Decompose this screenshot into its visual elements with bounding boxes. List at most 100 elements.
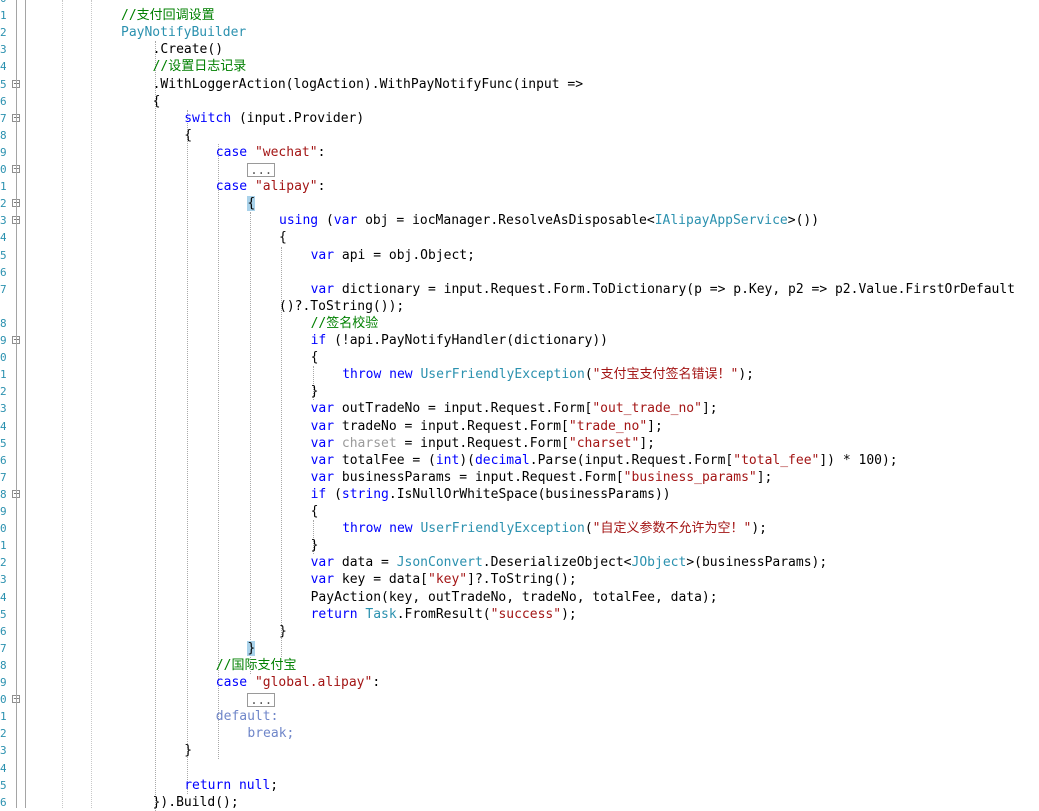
code-line: }).Build(); (153, 794, 239, 811)
code-line: { (311, 503, 319, 520)
line-number: 2 (0, 26, 6, 40)
code-token: : (317, 144, 326, 160)
line-number: 3 (0, 43, 6, 57)
line-number: 0 (0, 693, 6, 707)
code-token: .Create() (152, 42, 224, 58)
line-number: 9 (0, 676, 6, 689)
line-number: 2 (0, 197, 6, 211)
code-line: break; (247, 725, 294, 742)
code-token: //设置日志记录 (152, 59, 247, 75)
code-token: data = (334, 555, 397, 571)
code-line: var totalFee = (int)(decimal.Parse(input… (311, 452, 898, 469)
code-token: PayNotifyBuilder (121, 25, 247, 41)
code-token: "trade_no" (568, 418, 648, 434)
code-token: ( (584, 521, 593, 537)
code-token: //签名校验 (310, 315, 379, 331)
line-number: 4 (0, 590, 6, 604)
line-number: 4 (0, 761, 6, 775)
line-number: 1 (0, 180, 6, 194)
code-token: charset (341, 435, 397, 451)
code-token: return (310, 606, 358, 622)
code-token: : (317, 179, 326, 195)
code-token: JsonConvert (396, 555, 483, 571)
code-token: string (341, 486, 389, 502)
code-line: if (string.IsNullOrWhiteSpace(businessPa… (311, 486, 671, 503)
code-token: "out_trade_no" (592, 401, 702, 417)
code-token: var (310, 435, 335, 451)
code-token: ]; (639, 435, 655, 451)
code-token: ); (751, 521, 767, 537)
fold-connector-line (16, 0, 17, 808)
code-token: var (310, 281, 335, 297)
line-number: 7 (0, 641, 6, 655)
code-line: .WithLoggerAction(logAction).WithPayNoti… (153, 76, 583, 93)
code-line: //支付回调设置 (121, 7, 215, 24)
code-line: } (279, 623, 287, 640)
code-token: .DeserializeObject< (482, 555, 632, 571)
line-number: 7 (0, 470, 6, 484)
code-token: .WithLoggerAction(logAction).WithPayNoti… (152, 76, 584, 92)
code-line: throw new UserFriendlyException("自定义参数不允… (342, 520, 767, 537)
line-number: 5 (0, 436, 6, 450)
code-token: ]; (756, 469, 773, 485)
code-line: ... (247, 691, 276, 708)
code-token: "success" (490, 606, 562, 622)
code-line: ... (247, 161, 276, 178)
code-token: ()?.ToString()); (279, 298, 405, 314)
code-token: ; (286, 726, 295, 742)
collapsed-region[interactable]: ... (247, 692, 276, 707)
line-number (0, 298, 6, 315)
indent-guide (186, 109, 188, 794)
line-number: 6 (0, 94, 6, 108)
line-number: 4 (0, 231, 6, 245)
code-token: int (435, 452, 460, 468)
code-token: var (310, 452, 335, 468)
line-number: 1 (0, 9, 6, 23)
code-token: var (310, 572, 335, 588)
line-number: 2 (0, 556, 6, 570)
line-number: 4 (0, 419, 6, 433)
code-token: >()) (787, 213, 820, 229)
line-number: 2 (0, 727, 6, 741)
code-token: : (270, 709, 279, 725)
code-token: if (310, 486, 327, 502)
line-number: 5 (0, 778, 6, 792)
code-line: var dictionary = input.Request.Form.ToDi… (311, 281, 1015, 298)
margin-dotted-line (91, 0, 92, 808)
code-line: var tradeNo = input.Request.Form["trade_… (311, 418, 663, 435)
gutter-divider (25, 0, 26, 808)
code-line: } (311, 383, 319, 400)
code-line: case "global.alipay": (216, 674, 380, 691)
code-line: { (184, 127, 192, 144)
code-token: PayAction(key, outTradeNo, tradeNo, tota… (310, 589, 718, 605)
code-line: if (!api.PayNotifyHandler(dictionary)) (311, 332, 608, 349)
indent-guide (249, 212, 251, 674)
line-number: 7 (0, 111, 6, 125)
code-token: ); (561, 606, 577, 622)
code-token: = input.Request.Form[ (396, 435, 569, 451)
code-token: "business_params" (623, 469, 757, 485)
code-token: "global.alipay" (254, 675, 373, 690)
code-token: var (310, 247, 335, 263)
code-token: obj = iocManager.ResolveAsDisposable< (357, 213, 655, 229)
code-token: ]?.ToString(); (467, 572, 577, 588)
code-token: ; (270, 777, 279, 793)
code-line: } (311, 537, 319, 554)
code-line: { (311, 349, 319, 366)
line-number: 9 (0, 145, 6, 159)
code-editor[interactable]: 0 1 2 3 4 5 6 7 8 9 0 1 2 3 4 5 6 7 8 9 0 1 2 3 4 5 6 7 8 9 0 1 2 3 4 5 6 7 8 9… (0, 0, 1039, 811)
collapsed-region[interactable]: ... (247, 162, 276, 177)
code-token: using (279, 213, 319, 229)
code-token: tradeNo = input.Request.Form[ (334, 418, 569, 434)
code-token: var (310, 555, 335, 571)
code-line: //国际支付宝 (216, 657, 297, 674)
code-token: JObject (631, 555, 687, 571)
code-line: ()?.ToString()); (279, 298, 404, 315)
code-line: case "wechat": (216, 144, 326, 161)
code-token: { (184, 127, 193, 143)
code-token: >(businessParams); (686, 555, 828, 571)
code-line: PayAction(key, outTradeNo, tradeNo, tota… (311, 589, 718, 606)
